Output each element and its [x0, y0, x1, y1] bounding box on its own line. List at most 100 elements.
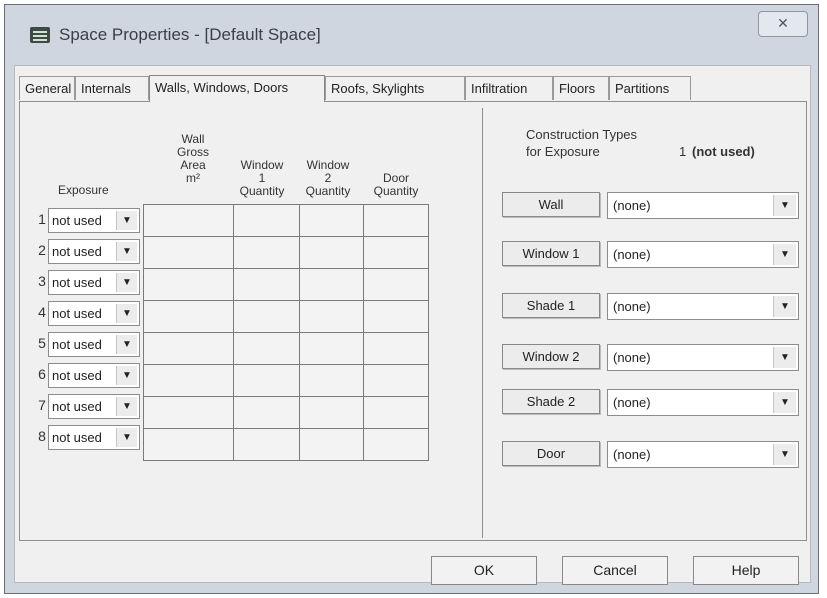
exposure-label: for Exposure [526, 144, 600, 159]
table-row [143, 204, 429, 237]
window1-cell[interactable] [233, 396, 300, 429]
wall-type-select[interactable]: (none) ▼ [607, 192, 799, 219]
window1-cell[interactable] [233, 268, 300, 301]
exposure-select[interactable]: not used ▼ [48, 239, 140, 264]
row-number: 2 [38, 242, 46, 258]
table-row [143, 428, 429, 461]
window2-cell[interactable] [299, 428, 364, 461]
window2-cell[interactable] [299, 364, 364, 397]
window1-button[interactable]: Window 1 [502, 241, 600, 266]
exposure-state: (not used) [692, 144, 755, 159]
dropdown-arrow-icon[interactable]: ▼ [773, 195, 796, 216]
window2-cell[interactable] [299, 268, 364, 301]
dropdown-arrow-icon[interactable]: ▼ [116, 366, 137, 385]
window2-cell[interactable] [299, 204, 364, 237]
door-header: Door Quantity [373, 171, 419, 198]
construction-types-heading: Construction Types [526, 127, 638, 142]
dropdown-arrow-icon[interactable]: ▼ [773, 392, 796, 413]
wall-area-cell[interactable] [143, 396, 234, 429]
wall-area-cell[interactable] [143, 428, 234, 461]
door-cell[interactable] [363, 204, 429, 237]
window2-cell[interactable] [299, 332, 364, 365]
tab-floors[interactable]: Floors [553, 76, 609, 100]
window-title: Space Properties - [Default Space] [59, 25, 321, 44]
door-cell[interactable] [363, 236, 429, 269]
window2-cell[interactable] [299, 236, 364, 269]
wall-area-cell[interactable] [143, 332, 234, 365]
door-button[interactable]: Door [502, 441, 600, 466]
door-type-select[interactable]: (none) ▼ [607, 441, 799, 468]
row-number: 8 [38, 428, 46, 444]
tab-partitions[interactable]: Partitions [609, 76, 691, 100]
help-button[interactable]: Help [693, 556, 799, 585]
wall-area-cell[interactable] [143, 364, 234, 397]
wall-area-cell[interactable] [143, 236, 234, 269]
exposure-select[interactable]: not used ▼ [48, 332, 140, 357]
dropdown-arrow-icon[interactable]: ▼ [116, 273, 137, 292]
exposure-select[interactable]: not used ▼ [48, 301, 140, 326]
window2-cell[interactable] [299, 396, 364, 429]
door-cell[interactable] [363, 364, 429, 397]
dropdown-arrow-icon[interactable]: ▼ [116, 335, 137, 354]
row-number: 5 [38, 335, 46, 351]
wall-area-cell[interactable] [143, 300, 234, 333]
row-number: 4 [38, 304, 46, 320]
wall-area-cell[interactable] [143, 268, 234, 301]
door-cell[interactable] [363, 428, 429, 461]
shade1-type-select[interactable]: (none) ▼ [607, 293, 799, 320]
tab-general[interactable]: General [19, 76, 75, 100]
window1-cell[interactable] [233, 428, 300, 461]
dropdown-arrow-icon[interactable]: ▼ [116, 304, 137, 323]
panel-divider [482, 108, 483, 538]
row-number: 6 [38, 366, 46, 382]
exposure-number: 1 [679, 144, 687, 159]
tab-infiltration[interactable]: Infiltration [465, 76, 553, 100]
row-number: 1 [38, 211, 46, 227]
walls-windows-doors-panel: Exposure Wall Gross Area m² Window 1 Qua… [19, 101, 807, 541]
dropdown-arrow-icon[interactable]: ▼ [116, 242, 137, 261]
window1-cell[interactable] [233, 300, 300, 333]
shade2-type-select[interactable]: (none) ▼ [607, 389, 799, 416]
wall-area-cell[interactable] [143, 204, 234, 237]
shade1-button[interactable]: Shade 1 [502, 293, 600, 318]
dropdown-arrow-icon[interactable]: ▼ [773, 244, 796, 265]
door-cell[interactable] [363, 332, 429, 365]
ok-button[interactable]: OK [431, 556, 537, 585]
dropdown-arrow-icon[interactable]: ▼ [116, 211, 137, 230]
wall-button[interactable]: Wall [502, 192, 600, 217]
tab-walls-windows-doors[interactable]: Walls, Windows, Doors [149, 75, 325, 102]
window1-cell[interactable] [233, 204, 300, 237]
close-button[interactable]: ✕ [758, 11, 808, 37]
exposure-select[interactable]: not used ▼ [48, 394, 140, 419]
window2-button[interactable]: Window 2 [502, 344, 600, 369]
window1-cell[interactable] [233, 236, 300, 269]
cancel-button[interactable]: Cancel [562, 556, 668, 585]
app-icon [30, 27, 50, 43]
window1-type-select[interactable]: (none) ▼ [607, 241, 799, 268]
window2-type-select[interactable]: (none) ▼ [607, 344, 799, 371]
exposure-select[interactable]: not used ▼ [48, 425, 140, 450]
door-cell[interactable] [363, 268, 429, 301]
dropdown-arrow-icon[interactable]: ▼ [773, 296, 796, 317]
title-bar: Space Properties - [Default Space] ✕ [5, 5, 818, 61]
door-cell[interactable] [363, 300, 429, 333]
exposure-select[interactable]: not used ▼ [48, 208, 140, 233]
table-row [143, 332, 429, 365]
dropdown-arrow-icon[interactable]: ▼ [116, 397, 137, 416]
table-row [143, 364, 429, 397]
window1-cell[interactable] [233, 332, 300, 365]
exposure-select[interactable]: not used ▼ [48, 363, 140, 388]
shade2-button[interactable]: Shade 2 [502, 389, 600, 414]
window1-header: Window 1 Quantity [239, 158, 285, 198]
dropdown-arrow-icon[interactable]: ▼ [116, 428, 137, 447]
tab-internals[interactable]: Internals [75, 76, 149, 100]
dropdown-arrow-icon[interactable]: ▼ [773, 444, 796, 465]
tab-roofs-skylights[interactable]: Roofs, Skylights [325, 76, 465, 100]
window2-cell[interactable] [299, 300, 364, 333]
window2-header: Window 2 Quantity [305, 158, 351, 198]
row-number: 7 [38, 397, 46, 413]
door-cell[interactable] [363, 396, 429, 429]
window1-cell[interactable] [233, 364, 300, 397]
exposure-select[interactable]: not used ▼ [48, 270, 140, 295]
dropdown-arrow-icon[interactable]: ▼ [773, 347, 796, 368]
